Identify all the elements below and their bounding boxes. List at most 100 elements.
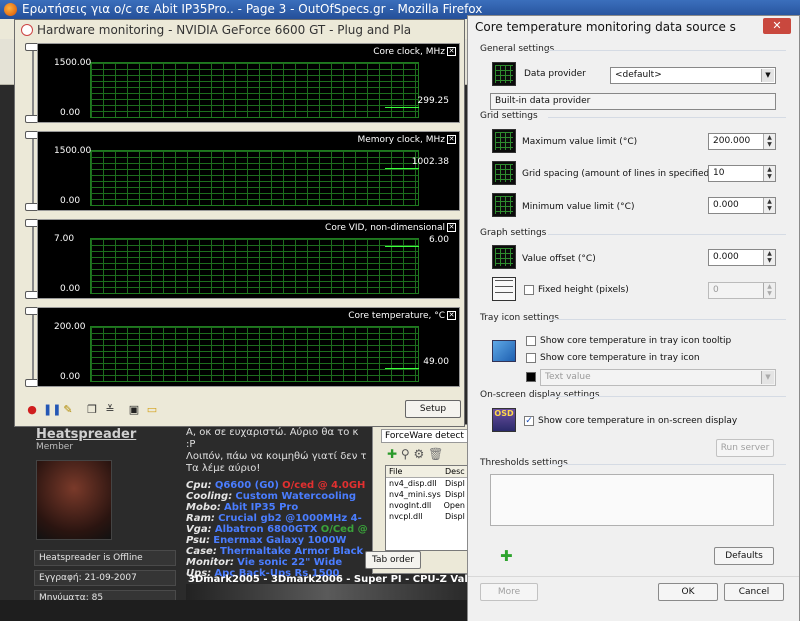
value-offset-input[interactable]: 0.000 ▲ ▼	[708, 249, 776, 266]
graph-series-line	[385, 368, 419, 369]
setup-button[interactable]: Setup	[405, 400, 461, 418]
graph-current-value: 6.00	[428, 234, 449, 245]
signature-value[interactable]: Enermax Galaxy 1000W	[213, 535, 346, 546]
folder-icon[interactable]: ▭	[145, 403, 159, 417]
tray-color-swatch[interactable]	[526, 372, 536, 382]
signature-key: Psu:	[186, 535, 211, 546]
graph-max-label: 1500.00	[54, 146, 92, 156]
file-name: nv4_disp.dll	[389, 479, 437, 488]
section-general: General settings	[480, 44, 786, 54]
more-button[interactable]: More	[480, 583, 538, 601]
forceware-detect-field: ForceWare detect	[381, 429, 471, 443]
file-name: nvoglnt.dll	[389, 501, 432, 510]
monitor-graph[interactable]: Core clock, MHz 1500.00 0.00 299.25 ✕	[37, 43, 460, 123]
close-icon[interactable]: ✕	[447, 311, 456, 320]
graph-min-label: 0.00	[60, 372, 81, 382]
max-limit-input[interactable]: 200.000 ▲ ▼	[708, 133, 776, 150]
chevron-down-icon[interactable]: ▼	[761, 371, 774, 384]
monitor-graph[interactable]: Core VID, non-dimensional 7.00 0.00 6.00 ✕	[37, 219, 460, 299]
data-provider-select[interactable]: <default> ▼	[610, 67, 776, 84]
min-limit-label: Minimum value limit (°C)	[522, 202, 635, 212]
col-desc[interactable]: Desc	[442, 466, 468, 477]
close-icon[interactable]: ✕	[447, 47, 456, 56]
forum-username[interactable]: Heatspreader	[36, 427, 136, 442]
pause-icon[interactable]: ❚❚	[43, 403, 61, 417]
graph-series-line	[385, 106, 419, 108]
tab-order-button[interactable]: Tab order	[365, 551, 421, 569]
chevron-down-icon[interactable]: ▼	[761, 69, 774, 82]
user-status: Heatspreader is Offline	[34, 550, 176, 566]
file-name: nvcpl.dll	[389, 512, 423, 521]
signature-value[interactable]: Q6600 (G0)	[215, 480, 279, 491]
forum-signature: Cpu: Q6600 (G0) O/ced @ 4.0GH Cooling: Cu…	[186, 480, 376, 579]
fixed-height-icon	[492, 277, 516, 301]
max-limit-icon	[492, 129, 516, 153]
graph-current-value: 299.25	[417, 95, 450, 106]
hwmon-title-bar[interactable]: Hardware monitoring - NVIDIA GeForce 660…	[15, 20, 464, 40]
monitor-graph[interactable]: Core temperature, °C 200.00 0.00 49.00 ✕	[37, 307, 460, 387]
graph-max-label: 200.00	[54, 322, 86, 332]
signature-extra: O/Ced @	[320, 524, 368, 535]
spin-arrows-icon[interactable]: ▲ ▼	[763, 134, 775, 149]
firefox-title: Ερωτήσεις για ο/c σε Abit IP35Pro.. - Pa…	[22, 2, 483, 16]
signature-line: Case: Thermaltake Armor Black	[186, 546, 376, 557]
dialog-title[interactable]: Core temperature monitoring data source …	[468, 16, 799, 38]
delete-icon[interactable]: 🗑	[428, 447, 443, 461]
forum-user-block: Heatspreader Member	[36, 427, 136, 452]
signature-value[interactable]: Vie sonic 22" Wide	[237, 557, 342, 568]
signature-value[interactable]: Albatron 6800GTX	[215, 524, 318, 535]
spin-arrows-icon[interactable]: ▲ ▼	[763, 250, 775, 265]
nv-driver-panel: ForceWare detect ✚ ⚲ ⚙ 🗑 File Desc nv4_d…	[365, 424, 471, 574]
signature-value[interactable]: Abit IP35 Pro	[224, 502, 298, 513]
tray-mode-select[interactable]: Text value ▼	[540, 369, 776, 386]
thresholds-list[interactable]	[490, 474, 774, 526]
table-header: File Desc	[386, 466, 468, 478]
min-limit-input[interactable]: 0.000 ▲ ▼	[708, 197, 776, 214]
signature-value[interactable]: Custom Watercooling	[235, 491, 356, 502]
close-icon[interactable]: ✕	[447, 135, 456, 144]
builtin-provider-field: Built-in data provider	[490, 93, 776, 110]
record-icon[interactable]: ●	[25, 403, 39, 417]
grid-spacing-input[interactable]: 10 ▲ ▼	[708, 165, 776, 182]
spin-arrows-icon[interactable]: ▲ ▼	[763, 166, 775, 181]
file-desc: Open	[443, 501, 465, 510]
spin-arrows-icon[interactable]: ▲ ▼	[763, 283, 775, 298]
monitor-graph[interactable]: Memory clock, MHz 1500.00 0.00 1002.38 ✕	[37, 131, 460, 211]
add-icon[interactable]: ✚	[387, 447, 397, 461]
add-threshold-icon[interactable]: ✚	[500, 547, 513, 565]
table-row[interactable]: nv4_disp.dll Displ	[386, 478, 468, 489]
osd-checkbox[interactable]: ✓	[524, 416, 534, 426]
cancel-button[interactable]: Cancel	[724, 583, 784, 601]
signature-value[interactable]: Thermaltake Armor Black	[220, 546, 363, 557]
data-provider-icon	[492, 62, 516, 86]
signature-extra: O/ced @ 4.0GH	[282, 480, 366, 491]
collapse-icon[interactable]: ≚	[103, 403, 117, 417]
graph-min-label: 0.00	[60, 284, 81, 294]
tray-tooltip-checkbox[interactable]	[526, 336, 536, 346]
col-file[interactable]: File	[386, 466, 442, 477]
close-icon[interactable]: ✕	[763, 18, 791, 34]
spin-arrows-icon[interactable]: ▲ ▼	[763, 198, 775, 213]
close-icon[interactable]: ✕	[447, 223, 456, 232]
settings-icon[interactable]: ⚙	[414, 447, 425, 461]
run-server-button[interactable]: Run server	[716, 439, 774, 457]
hwmon-title: Hardware monitoring - NVIDIA GeForce 660…	[37, 23, 412, 37]
signature-line: Monitor: Vie sonic 22" Wide	[186, 557, 376, 568]
signature-value[interactable]: Crucial gb2 @1000MHz 4-	[218, 513, 362, 524]
signature-banner	[186, 584, 468, 600]
windows-icon[interactable]: ❐	[85, 403, 99, 417]
min-limit-icon	[492, 193, 516, 217]
tray-icon-checkbox[interactable]	[526, 353, 536, 363]
fixed-height-input[interactable]: 0 ▲ ▼	[708, 282, 776, 299]
search-icon[interactable]: ⚲	[401, 447, 410, 461]
table-row[interactable]: nvcpl.dll Displ	[386, 511, 468, 522]
tray-icon	[492, 340, 516, 362]
ok-button[interactable]: OK	[658, 583, 718, 601]
save-icon[interactable]: ▣	[127, 403, 141, 417]
fixed-height-value: 0	[713, 285, 719, 295]
fixed-height-checkbox[interactable]	[524, 285, 534, 295]
table-row[interactable]: nv4_mini.sys Displ	[386, 489, 468, 500]
table-row[interactable]: nvoglnt.dll Open	[386, 500, 468, 511]
pin-icon[interactable]: ✎	[61, 403, 75, 417]
defaults-button[interactable]: Defaults	[714, 547, 774, 565]
